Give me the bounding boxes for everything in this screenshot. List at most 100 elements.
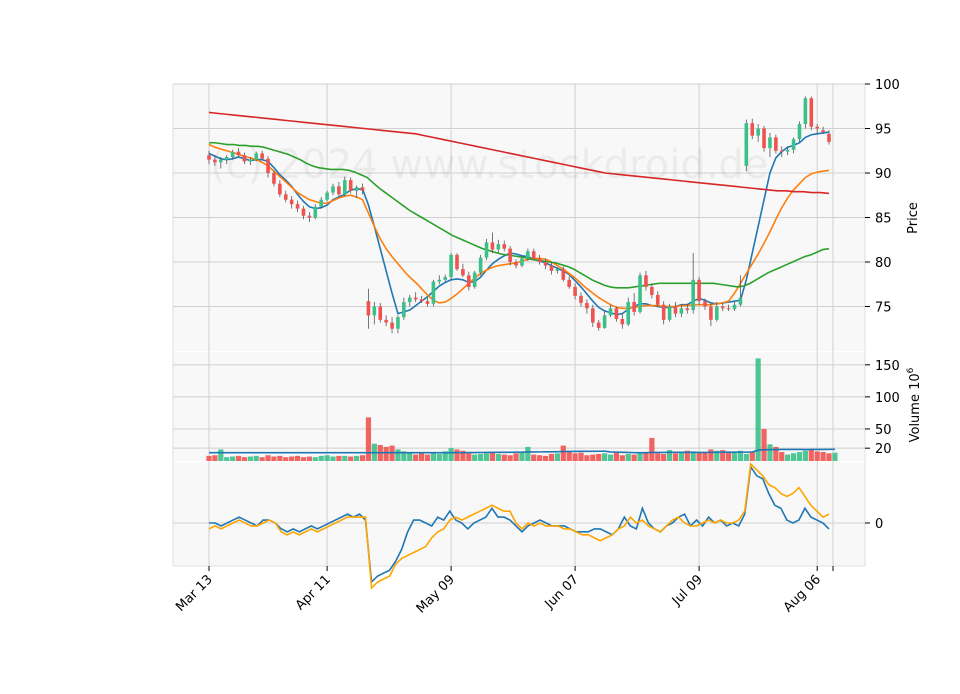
volume-bar (224, 457, 230, 461)
volume-bar (253, 455, 259, 461)
volume-bar (637, 453, 643, 461)
volume-bar (513, 453, 519, 461)
volume-bar (743, 453, 749, 461)
volume-bar (501, 454, 507, 461)
candle-body (425, 301, 430, 304)
panel-bg-1 (173, 352, 865, 461)
volume-bar (726, 452, 732, 461)
price-tick-label: 95 (875, 123, 892, 138)
volume-bar (678, 452, 684, 461)
volume-bar (489, 452, 496, 461)
volume-bar (519, 452, 525, 461)
x-tick-label: Apr 11 (293, 572, 334, 613)
candle-body (278, 183, 282, 195)
candle-body (809, 98, 814, 127)
candle-body (272, 173, 276, 184)
candle-body (508, 248, 512, 262)
stock-chart: (c) 2024 www.stockdroid.de 75 80 85 90 95 100… (0, 0, 960, 690)
volume-bar (430, 453, 436, 461)
candle-body (390, 322, 394, 329)
x-tick-label: May 09 (414, 572, 458, 616)
volume-bar (661, 453, 667, 461)
candle-body (679, 308, 684, 314)
volume-bar (625, 453, 631, 461)
volume-bar (613, 452, 620, 461)
volume-bar (483, 453, 490, 461)
x-tick-label: Aug 06 (781, 572, 824, 615)
volume-bar (820, 452, 826, 461)
candle-body (785, 149, 790, 152)
volume-bar (566, 452, 572, 461)
candle-body (715, 306, 719, 320)
price-tick-label: 80 (875, 256, 892, 271)
volume-bar (359, 455, 366, 461)
volume-bar (507, 455, 513, 461)
volume-bar (324, 455, 330, 461)
candle-body (608, 308, 613, 316)
volume-bar (578, 452, 584, 461)
volume-bar (602, 453, 608, 461)
candle-body (703, 301, 707, 307)
volume-bar (761, 428, 767, 461)
candle-body (632, 302, 636, 312)
candle-body (402, 302, 406, 318)
candle-body (744, 123, 749, 166)
candle-body (531, 251, 536, 259)
candle-body (461, 269, 465, 276)
candle-body (620, 318, 625, 325)
volume-bar (619, 455, 625, 461)
candle-body (520, 258, 524, 266)
candle-body (732, 304, 737, 310)
candle-body (768, 137, 772, 149)
price-axis-title: Price (906, 202, 921, 234)
volume-bar (537, 455, 543, 461)
candle-body (254, 153, 259, 160)
volume-bar (607, 454, 614, 461)
candle-body (762, 128, 766, 149)
candle-body (236, 151, 241, 156)
volume-bar (206, 455, 212, 461)
candle-body (638, 275, 642, 312)
candle-body (230, 151, 235, 157)
candle-body (650, 286, 654, 295)
candle-body (591, 308, 595, 323)
volume-bar (472, 454, 478, 461)
volume-bar (348, 456, 354, 461)
candle-body (827, 133, 831, 142)
candle-body (472, 272, 477, 287)
candle-body (602, 315, 607, 328)
volume-bar (631, 454, 637, 461)
volume-bar (796, 452, 803, 461)
volume-bar (702, 452, 708, 461)
candle-body (803, 98, 808, 125)
volume-bar (785, 454, 791, 461)
candle (803, 96, 808, 129)
volume-bar (277, 455, 283, 461)
candle-body (366, 301, 371, 316)
volume-bar (354, 455, 360, 461)
candle-body (709, 306, 713, 320)
candle (472, 270, 477, 289)
price-tick-label: 85 (875, 212, 892, 227)
volume-bar (696, 452, 702, 461)
candle-body (348, 180, 353, 191)
volume-bar (365, 417, 372, 461)
candle-body (555, 269, 560, 271)
candle (697, 277, 701, 305)
volume-bar (814, 451, 820, 461)
candle-body (260, 153, 264, 159)
volume-tick-label: 20 (875, 442, 892, 457)
candle-body (431, 281, 436, 304)
candle-body (413, 297, 418, 300)
osc-tick-label: 0 (875, 517, 883, 532)
volume-bar (826, 453, 832, 461)
volume-bar (247, 456, 253, 461)
candle-body (224, 156, 229, 160)
candle-body (685, 308, 690, 311)
candle-body (738, 297, 743, 305)
volume-tick-label: 100 (875, 391, 900, 406)
candle-body (537, 258, 542, 262)
volume-bar (478, 453, 484, 461)
candle-body (490, 242, 495, 250)
candle-body (579, 295, 583, 303)
